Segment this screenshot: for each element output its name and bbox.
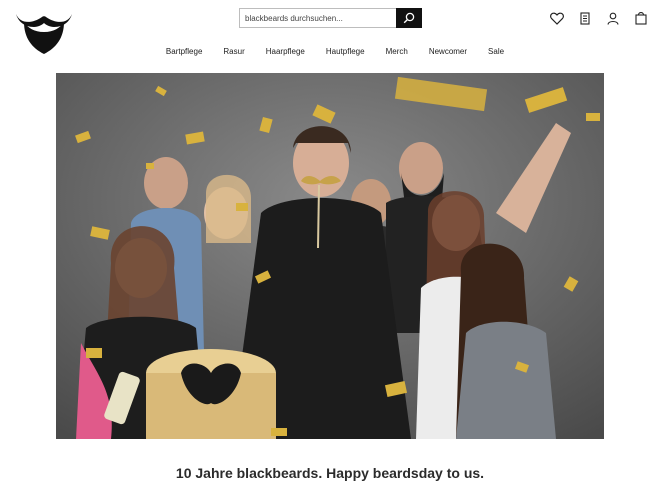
page: Bartpflege Rasur Haarpflege Hautpflege M… — [0, 0, 660, 494]
heart-icon — [550, 12, 564, 25]
hero-image[interactable] — [56, 73, 604, 439]
nav-item-rasur[interactable]: Rasur — [223, 46, 244, 60]
nav-item-newcomer[interactable]: Newcomer — [429, 46, 467, 60]
nav-item-sale[interactable]: Sale — [488, 46, 504, 60]
account-button[interactable] — [606, 11, 620, 25]
nav-item-haarpflege[interactable]: Haarpflege — [266, 46, 305, 60]
search-icon — [403, 12, 415, 24]
search-button[interactable] — [396, 8, 422, 28]
notepad-icon — [580, 11, 590, 25]
shopping-bag-icon — [635, 12, 647, 25]
nav-item-hautpflege[interactable]: Hautpflege — [326, 46, 365, 60]
search-input[interactable] — [240, 9, 403, 27]
party-photo — [56, 73, 604, 439]
header-icons — [550, 10, 648, 26]
notes-button[interactable] — [578, 11, 592, 25]
search-box — [239, 8, 422, 28]
nav-item-merch[interactable]: Merch — [386, 46, 408, 60]
cart-button[interactable] — [634, 11, 648, 25]
user-icon — [607, 12, 619, 25]
main-navigation: Bartpflege Rasur Haarpflege Hautpflege M… — [0, 46, 660, 60]
wishlist-button[interactable] — [550, 11, 564, 25]
nav-item-bartpflege[interactable]: Bartpflege — [166, 46, 202, 60]
page-tagline: 10 Jahre blackbeards. Happy beardsday to… — [175, 465, 485, 481]
